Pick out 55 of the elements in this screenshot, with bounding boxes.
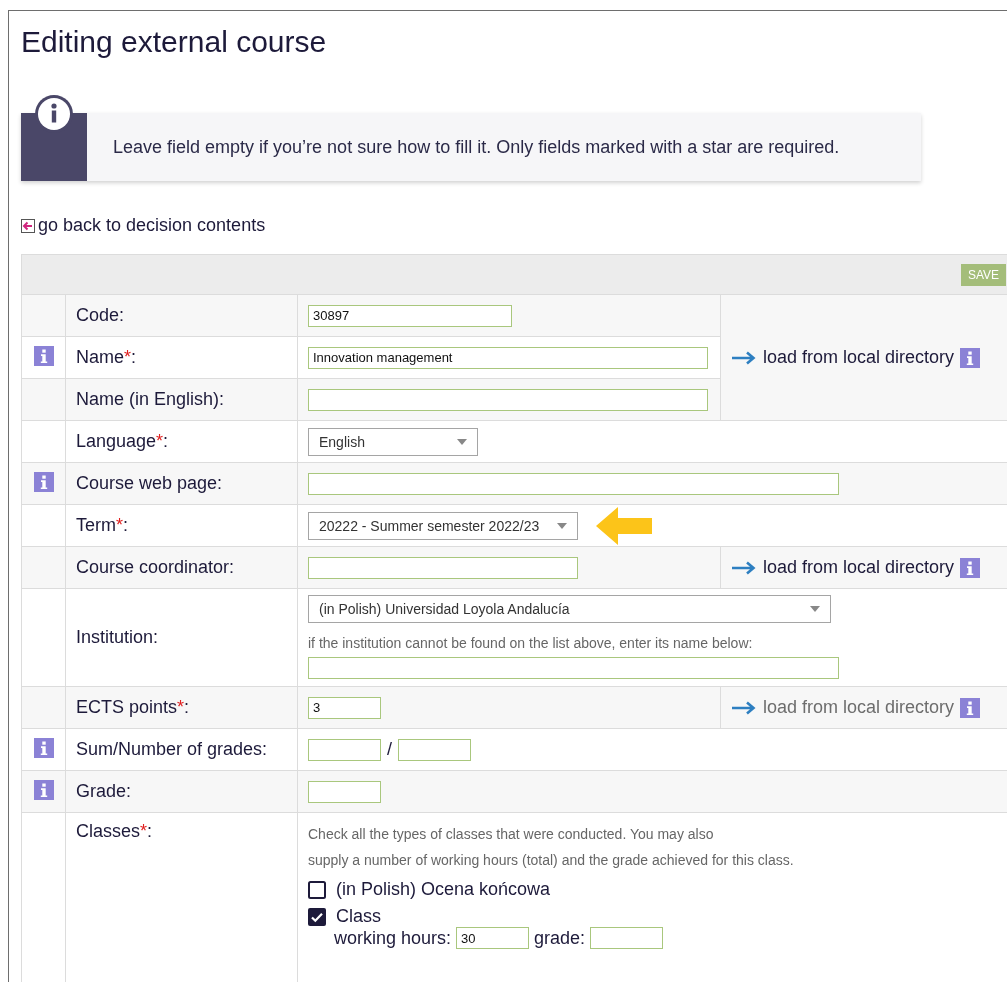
caret-icon: [810, 606, 820, 612]
field-label: Grade:: [76, 781, 132, 801]
text-field[interactable]: [308, 780, 381, 803]
field-label: Classes*:: [76, 821, 153, 841]
instruction-text: Check all the types of classes that were conducted. You may also: [308, 825, 715, 844]
field-label: Code:: [76, 305, 125, 325]
notice-text: Leave field empty if you’re not sure how to fill it. Only fields marked with a star are required.: [113, 136, 840, 158]
info-icon[interactable]: [33, 345, 54, 366]
checkbox-label: (in Polish) Ocena końcowa: [336, 879, 551, 900]
text-field[interactable]: [308, 738, 381, 761]
hint-text: if the institution cannot be found on the list above, enter its name below:: [308, 635, 754, 651]
field-label: Course web page:: [76, 473, 223, 493]
info-icon[interactable]: [33, 737, 54, 758]
arrow-icon: [731, 350, 757, 365]
text-field[interactable]: 3: [308, 696, 381, 719]
arrow-icon: [731, 560, 757, 575]
caret-icon: [557, 522, 567, 529]
hours-field[interactable]: 30: [456, 927, 530, 949]
text-field[interactable]: [308, 388, 708, 411]
arrow-icon: [731, 700, 757, 715]
field-label: Institution:: [76, 627, 159, 647]
hours-label: working hours:: [334, 927, 452, 949]
field-label: Language*:: [76, 431, 169, 451]
caret-icon: [457, 438, 467, 445]
back-arrow-icon: [21, 218, 35, 233]
text-field[interactable]: [308, 472, 839, 495]
dropdown[interactable]: English: [308, 427, 478, 456]
dropdown[interactable]: (in Polish) Universidad Loyola Andalucía: [308, 595, 831, 623]
grade-field[interactable]: [590, 927, 664, 949]
instruction-text: supply a number of working hours (total) and the grade achieved for this class.: [308, 851, 795, 870]
checkbox-label: Class: [336, 906, 381, 927]
info-icon[interactable]: [33, 471, 54, 492]
load-link[interactable]: load from local directory: [763, 347, 955, 368]
field-label: Name*:: [76, 347, 137, 367]
grade-label: grade:: [534, 927, 586, 949]
dropdown[interactable]: 20222 - Summer semester 2022/23: [308, 511, 578, 540]
text-field[interactable]: [308, 657, 839, 679]
field-label: Name (in English):: [76, 389, 225, 409]
text-field[interactable]: [398, 738, 471, 761]
separator: /: [387, 739, 392, 760]
info-icon[interactable]: [960, 557, 981, 578]
back-link[interactable]: go back to decision contents: [38, 215, 266, 236]
field-label: Sum/Number of grades:: [76, 739, 268, 759]
field-label: Term*:: [76, 515, 129, 535]
page-title: Editing external course: [21, 24, 328, 59]
checkbox[interactable]: [308, 880, 326, 899]
info-icon[interactable]: [33, 779, 54, 800]
text-field[interactable]: Innovation management: [308, 346, 708, 369]
text-field[interactable]: 30897: [308, 304, 512, 327]
text-field[interactable]: [308, 556, 578, 579]
field-label: ECTS points*:: [76, 697, 190, 717]
info-icon[interactable]: [960, 697, 981, 718]
field-label: Course coordinator:: [76, 557, 235, 577]
info-icon[interactable]: [960, 347, 981, 368]
checkbox[interactable]: [308, 907, 326, 926]
